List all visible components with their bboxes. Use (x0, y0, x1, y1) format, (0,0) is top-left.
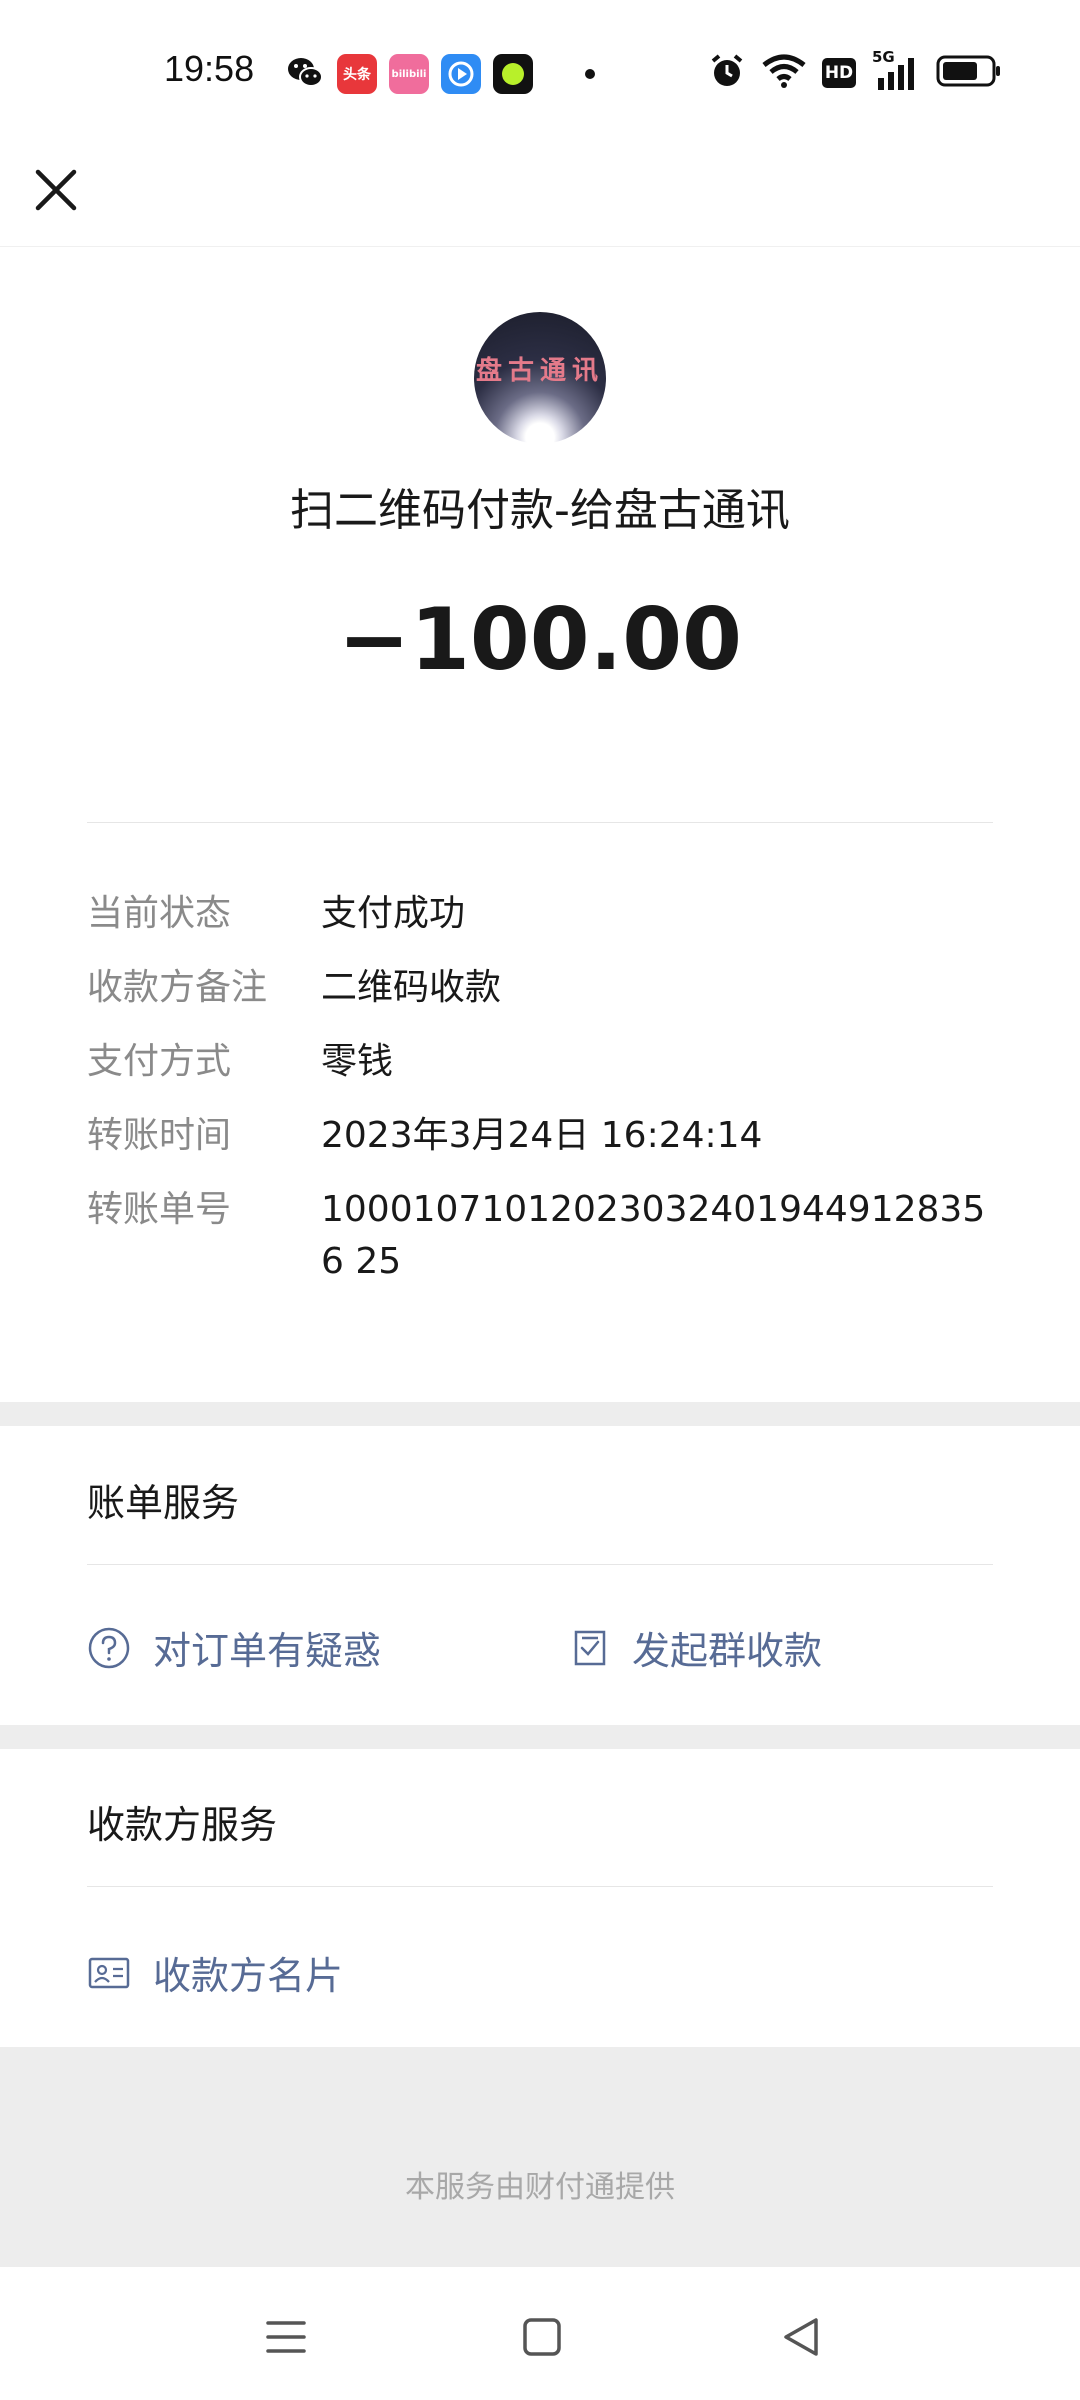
detail-value: 二维码收款 (321, 967, 502, 1008)
payee-avatar: 盘古通讯 (474, 312, 606, 444)
question-circle-icon (88, 1627, 130, 1668)
payee-title: 扫二维码付款-给盘古通讯 (290, 485, 790, 536)
detail-label: 转账单号 (87, 1189, 232, 1230)
status-bar: 19:58 头条 bilibili HD 5G (0, 0, 1080, 142)
payee-card-label: 收款方名片 (153, 1954, 344, 1998)
status-time: 19:58 (164, 48, 255, 89)
footer-text: 本服务由财付通提供 (405, 2170, 675, 2205)
menu-button[interactable] (256, 2307, 316, 2367)
detail-value: 零钱 (321, 1041, 394, 1082)
avatar-text: 盘古通讯 (475, 356, 604, 386)
footer (0, 2047, 1080, 2267)
transaction-details: 当前状态 支付成功 收款方备注 二维码收款 支付方式 零钱 转账时间 2023年… (87, 888, 993, 1310)
bilibili-label: bilibili (391, 68, 427, 80)
close-icon (35, 169, 77, 211)
bill-service-title: 账单服务 (87, 1481, 240, 1525)
section-gap (0, 1725, 1080, 1749)
back-triangle-icon (784, 2318, 818, 2356)
order-question-link[interactable]: 对订单有疑惑 (87, 1620, 381, 1675)
detail-value: 2023年3月24日 16:24:14 (321, 1115, 763, 1156)
hd-icon: HD (822, 58, 856, 88)
group-receipt-label: 发起群收款 (632, 1629, 823, 1673)
wifi-icon (762, 53, 806, 93)
hd-label: HD (824, 63, 854, 83)
group-receipt-icon (574, 1630, 606, 1665)
video-player-icon (441, 54, 481, 94)
home-button[interactable] (512, 2307, 572, 2367)
detail-label: 收款方备注 (87, 967, 268, 1008)
divider (87, 822, 993, 823)
detail-row-order-number: 转账单号 100010710120230324019449128356 25 (87, 1184, 993, 1288)
detail-row-method: 支付方式 零钱 (87, 1036, 993, 1088)
notification-icons: 头条 bilibili (285, 52, 595, 96)
order-question-label: 对订单有疑惑 (153, 1629, 382, 1673)
green-app-icon (493, 54, 533, 94)
payee-service-title: 收款方服务 (87, 1803, 278, 1847)
back-button[interactable] (772, 2307, 832, 2367)
detail-row-remark: 收款方备注 二维码收款 (87, 962, 993, 1014)
detail-label: 支付方式 (87, 1041, 232, 1082)
system-icons: HD 5G (708, 48, 1002, 94)
close-button[interactable] (26, 160, 86, 220)
wechat-icon (285, 52, 325, 96)
detail-label: 转账时间 (87, 1115, 232, 1156)
payee-card-link[interactable]: 收款方名片 (87, 1945, 343, 2000)
system-nav-bar (0, 2267, 1080, 2400)
toutiao-icon: 头条 (337, 54, 377, 94)
detail-label: 当前状态 (87, 893, 232, 934)
divider (87, 1886, 993, 1887)
detail-row-time: 转账时间 2023年3月24日 16:24:14 (87, 1110, 993, 1162)
top-nav (0, 142, 1080, 247)
detail-value: 支付成功 (321, 893, 466, 934)
5g-signal-icon: 5G (872, 48, 920, 92)
toutiao-label: 头条 (343, 67, 371, 83)
transaction-amount: −100.00 (338, 590, 742, 690)
detail-value[interactable]: 100010710120230324019449128356 25 (321, 1184, 993, 1288)
more-notifications-dot (585, 69, 595, 79)
alarm-icon (708, 52, 746, 94)
group-receipt-link[interactable]: 发起群收款 (570, 1620, 822, 1675)
home-square-icon (523, 2318, 561, 2356)
menu-icon (266, 2321, 306, 2353)
battery-icon (936, 54, 1002, 92)
contact-card-icon (88, 1957, 130, 1988)
section-gap (0, 1402, 1080, 1426)
detail-row-status: 当前状态 支付成功 (87, 888, 993, 940)
bilibili-icon: bilibili (389, 54, 429, 94)
divider (87, 1564, 993, 1565)
